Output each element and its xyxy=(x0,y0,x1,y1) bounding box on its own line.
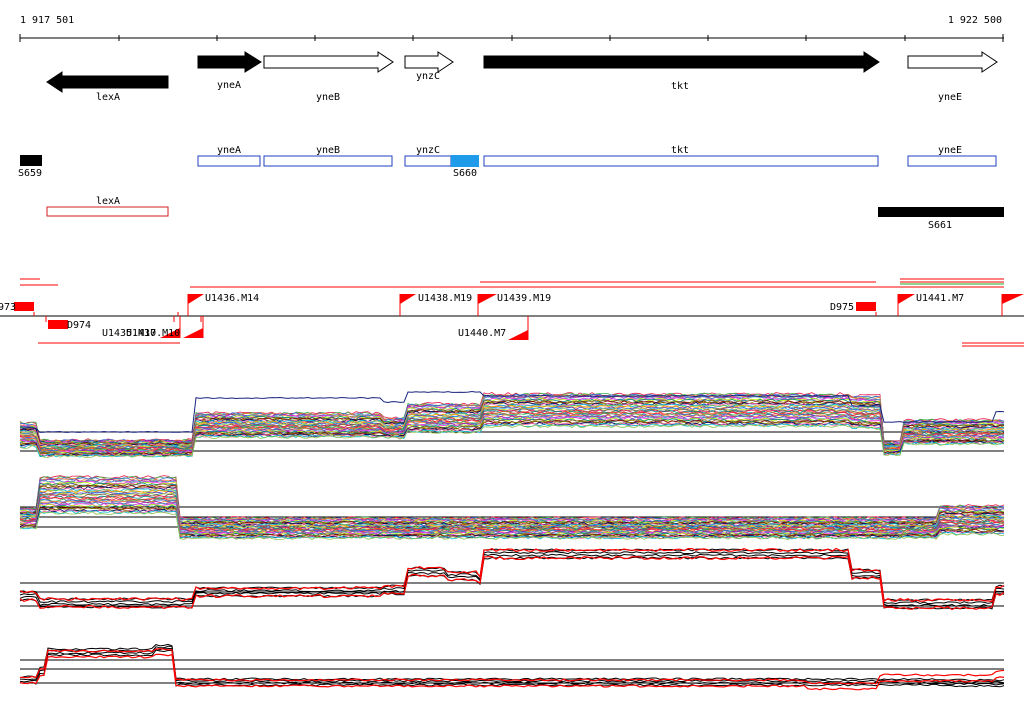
cds-label-yneB: yneB xyxy=(316,145,340,156)
cds-box-yneB[interactable] xyxy=(263,155,393,167)
expression-trace xyxy=(19,645,1005,684)
gene-lexA[interactable]: lexA xyxy=(46,71,169,103)
expression-panel-1 xyxy=(19,390,1005,458)
gene-yneE[interactable]: yneE xyxy=(907,51,998,103)
expression-panel-3 xyxy=(19,547,1005,611)
gene-yneA[interactable]: yneA xyxy=(197,51,262,91)
cds-label-tkt: tkt xyxy=(671,145,689,156)
cds-box-lexA[interactable] xyxy=(46,206,169,217)
terminator-D973[interactable]: D973 xyxy=(0,302,34,313)
gene-label-yneA: yneA xyxy=(217,80,241,91)
svg-text:D974: D974 xyxy=(67,320,91,331)
expression-profile-lines-3 xyxy=(19,547,1005,611)
cds-box-yneA[interactable] xyxy=(197,155,261,167)
promoter-U1438-M19[interactable]: U1438.M19 xyxy=(399,293,472,316)
cds-label-yneE: yneE xyxy=(938,145,962,156)
segment-label-S661: S661 xyxy=(928,220,952,231)
expression-panel-4 xyxy=(19,643,1005,691)
svg-text:U1438.M19: U1438.M19 xyxy=(418,293,472,304)
expression-trace xyxy=(19,548,1005,602)
segment-S659[interactable] xyxy=(20,155,42,166)
ruler-start-label: 1 917 501 xyxy=(20,15,74,26)
promoter-U1436-M14[interactable]: U1436.M14 xyxy=(187,293,259,316)
segment-label-S659: S659 xyxy=(18,168,42,179)
promoter-U1441-M7[interactable]: U1441.M7 xyxy=(897,293,964,316)
segment-S661[interactable] xyxy=(878,207,1004,217)
feature-track: S659 yneA yneB ynzC S660 tkt yneE lexA S… xyxy=(18,145,1004,231)
svg-text:D975: D975 xyxy=(830,302,854,313)
svg-text:U1439.M19: U1439.M19 xyxy=(497,293,551,304)
gene-tkt[interactable]: tkt xyxy=(483,51,880,92)
cds-box-tkt[interactable] xyxy=(483,155,879,167)
promoter-edge-flag xyxy=(1001,294,1024,316)
cds-label-yneA: yneA xyxy=(217,145,241,156)
cds-label-ynzC: ynzC xyxy=(416,145,440,156)
gene-yneB[interactable]: yneB xyxy=(263,51,394,103)
segment-label-S660: S660 xyxy=(453,168,477,179)
gene-label-lexA: lexA xyxy=(96,92,120,103)
svg-text:U1437.M10: U1437.M10 xyxy=(126,328,180,339)
cds-box-ynzC[interactable] xyxy=(404,155,452,167)
coordinate-ruler: 1 917 501 1 922 500 xyxy=(19,15,1004,42)
cds-label-lexA: lexA xyxy=(96,196,120,207)
promoter-U1440-M7[interactable]: U1440.M7 xyxy=(458,316,529,340)
ruler-end-label: 1 922 500 xyxy=(948,15,1002,26)
gene-ynzC[interactable]: ynzC xyxy=(404,51,454,82)
genome-track-canvas: 1 917 501 1 922 500 lexA yneA yneB ynzC … xyxy=(0,15,1024,691)
gene-label-yneB: yneB xyxy=(316,92,340,103)
promoter-U1437-M10[interactable]: U1437.M10 xyxy=(126,316,204,339)
genome-browser-view: 1 917 501 1 922 500 lexA yneA yneB ynzC … xyxy=(0,0,1024,714)
promoter-U1439-M19[interactable]: U1439.M19 xyxy=(477,293,551,316)
gene-label-ynzC: ynzC xyxy=(416,71,440,82)
cds-box-yneE[interactable] xyxy=(907,155,997,167)
expression-trace xyxy=(19,491,1005,530)
terminator-D975[interactable]: D975 xyxy=(830,302,876,313)
gene-label-tkt: tkt xyxy=(671,81,689,92)
svg-text:U1436.M14: U1436.M14 xyxy=(205,293,259,304)
gene-track: lexA yneA yneB ynzC tkt yneE xyxy=(46,51,998,103)
svg-text:D973: D973 xyxy=(0,302,16,313)
terminator-D974[interactable]: D974 xyxy=(48,320,91,331)
segment-S660[interactable] xyxy=(451,155,479,167)
expression-panel-2 xyxy=(19,475,1005,540)
expression-profile-lines-2 xyxy=(19,475,1005,540)
gene-label-yneE: yneE xyxy=(938,92,962,103)
svg-text:U1441.M7: U1441.M7 xyxy=(916,293,964,304)
promoter-track: U1436.M14 U1438.M19 U1439.M19 U1441.M7 U… xyxy=(0,278,1024,347)
expression-profile-lines-1 xyxy=(19,390,1005,458)
svg-text:U1440.M7: U1440.M7 xyxy=(458,328,506,339)
